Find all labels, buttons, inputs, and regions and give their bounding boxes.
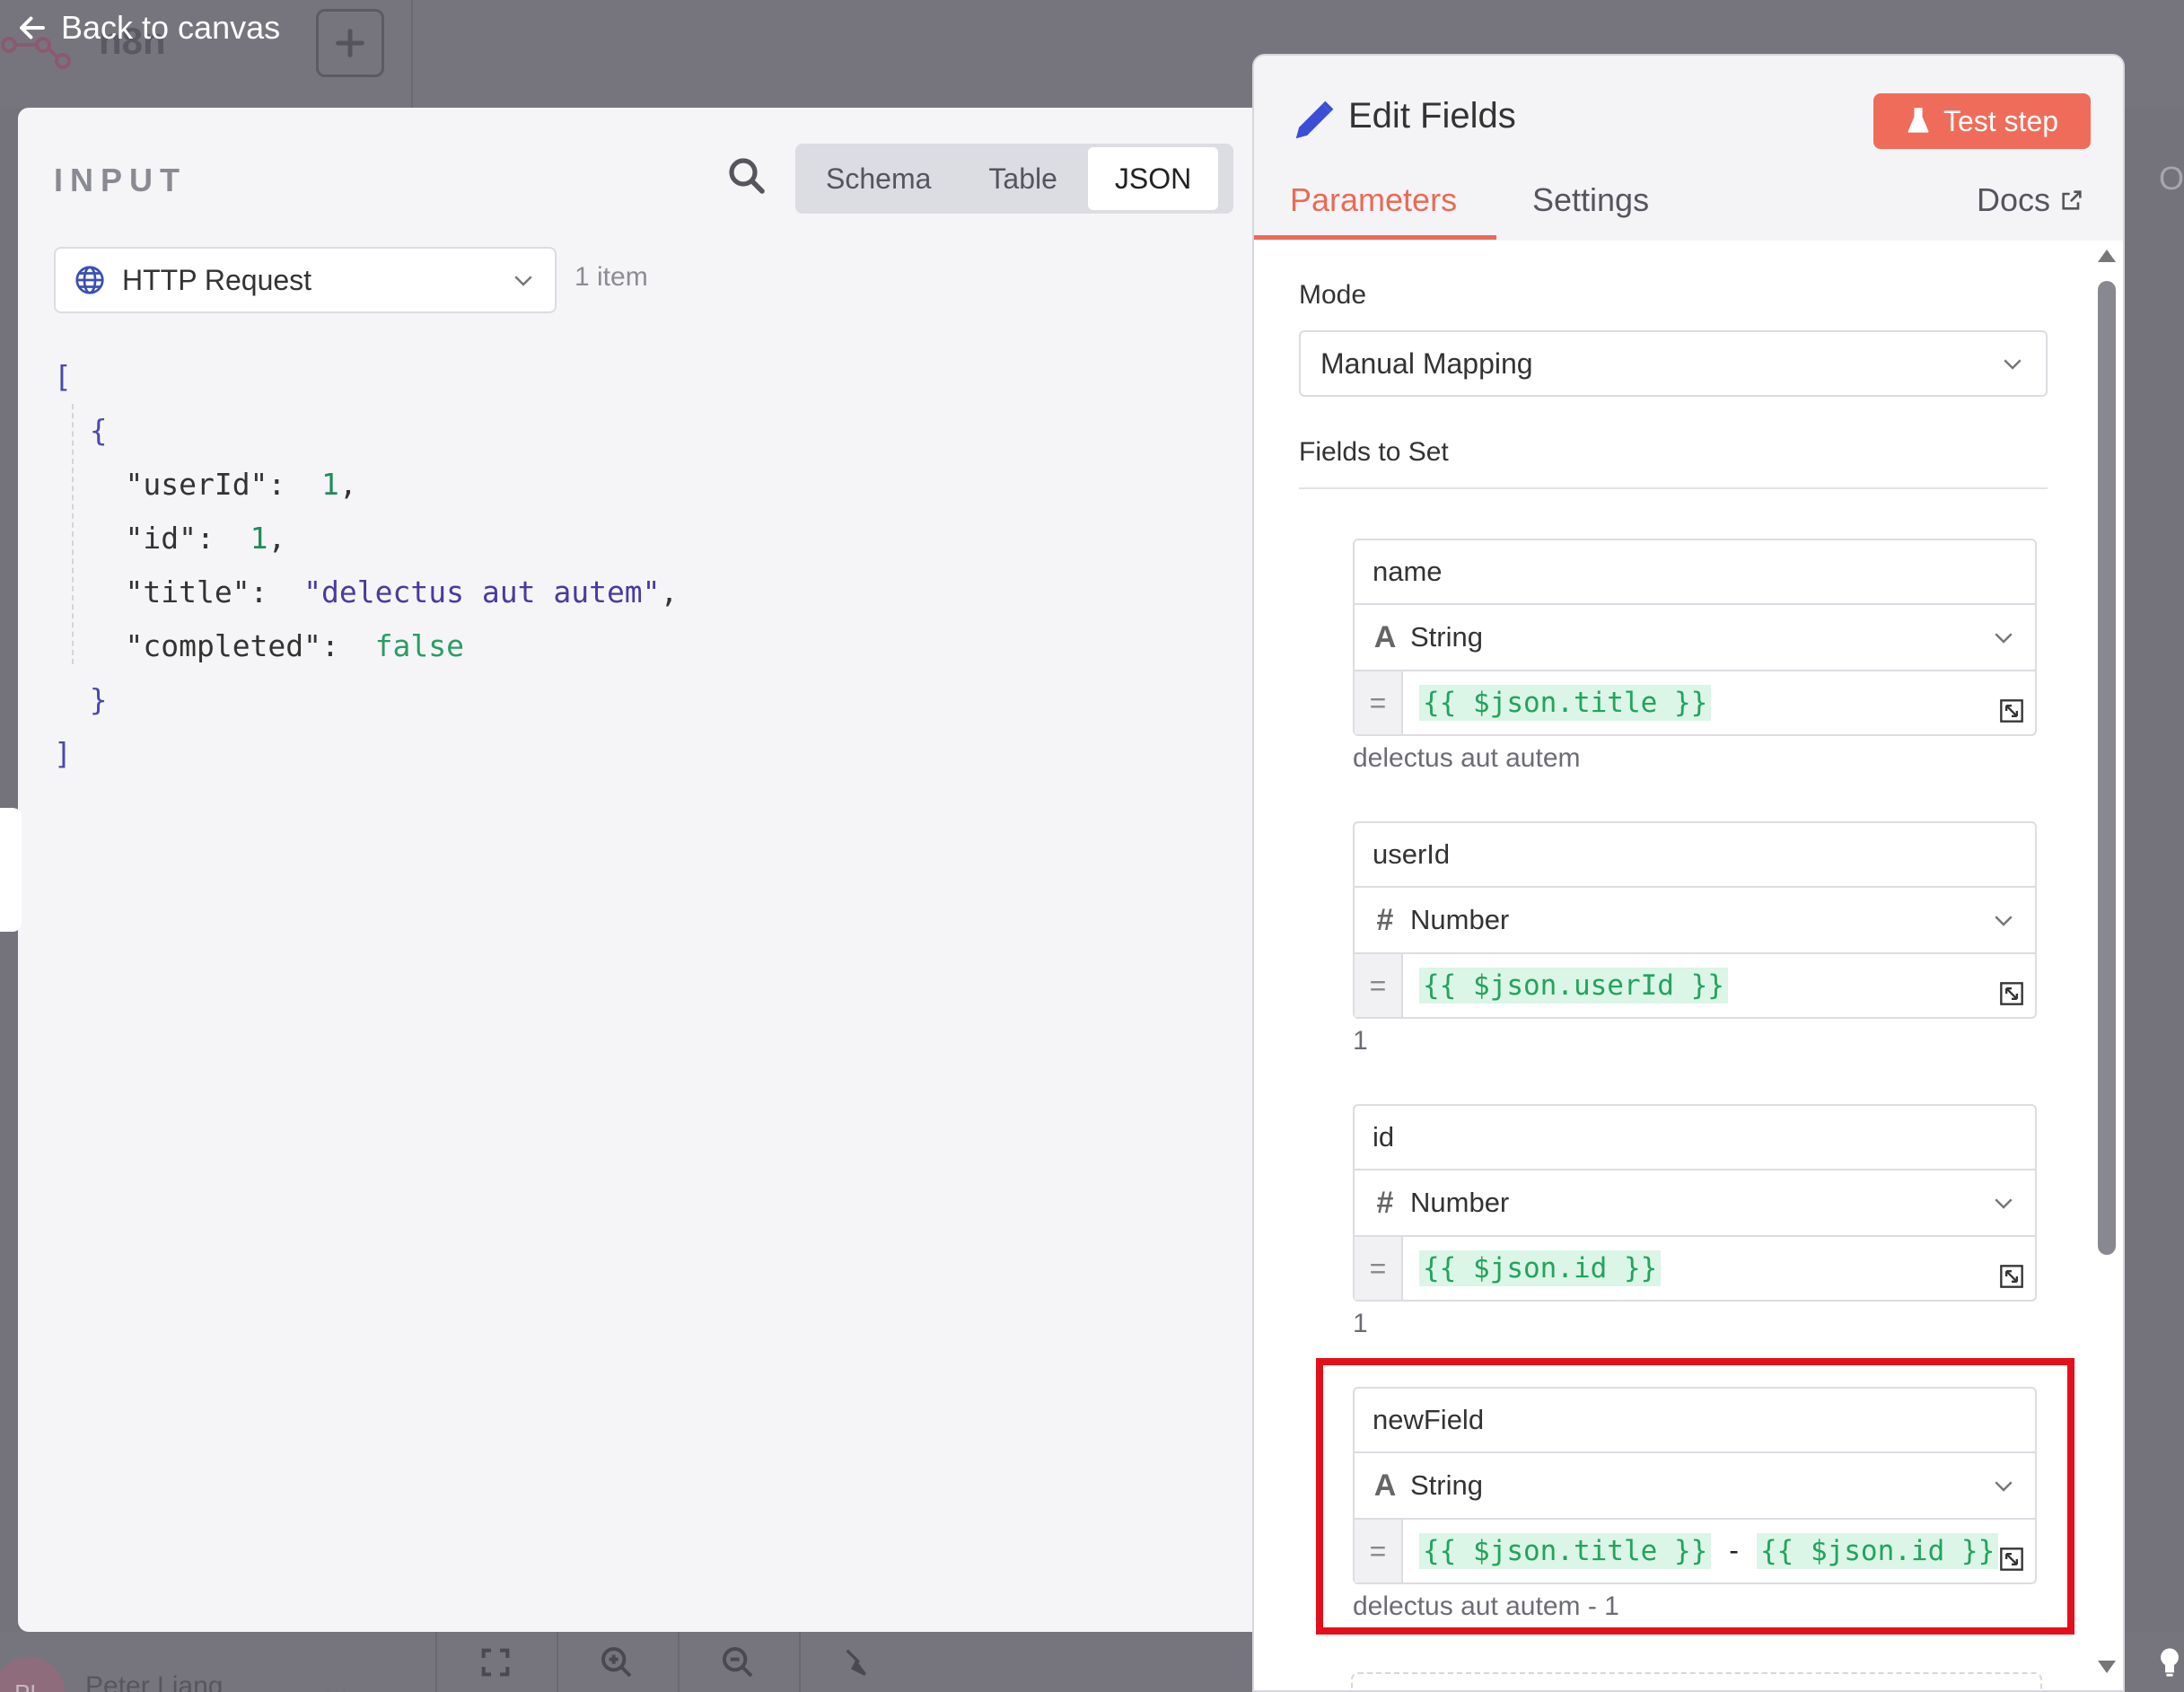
json-viewer: [ { "userId": 1, "id": 1, "title": "dele… (54, 350, 678, 781)
json-line[interactable]: "userId": 1, (54, 458, 678, 512)
output-panel-title: O (2159, 160, 2184, 197)
fields-divider (1299, 487, 2048, 489)
string-type-icon: A (1373, 619, 1397, 654)
add-field-dropzone[interactable] (1351, 1672, 2042, 1692)
user-menu-button[interactable]: ... (325, 1671, 347, 1692)
chevron-down-icon (514, 276, 532, 286)
number-type-icon: # (1376, 1185, 1394, 1220)
tab-json[interactable]: JSON (1087, 147, 1219, 210)
field-assignment: id # Number = {{ $json.id }} 1 (1353, 1104, 2037, 1339)
expression-editor[interactable]: {{ $json.id }} (1403, 1237, 2035, 1300)
scrollbar-thumb[interactable] (2098, 281, 2116, 1255)
field-type-label: Number (1410, 904, 1510, 935)
tab-settings[interactable]: Settings (1532, 181, 1649, 219)
username: Peter Liang (85, 1671, 224, 1692)
field-result-preview: 1 (1353, 1309, 1368, 1338)
tab-table[interactable]: Table (961, 147, 1084, 210)
expand-icon[interactable] (1999, 698, 2024, 723)
mode-select[interactable]: Manual Mapping (1299, 330, 2048, 397)
field-value-input[interactable]: = {{ $json.userId }} (1353, 952, 2037, 1019)
mode-label: Mode (1299, 280, 1367, 310)
json-line[interactable]: "completed": false (54, 619, 678, 673)
edit-panel-header: Edit Fields Test step Parameters Setting… (1254, 56, 2123, 241)
highlight-annotation (1316, 1358, 2074, 1635)
field-type-select[interactable]: # Number (1353, 888, 2037, 952)
plus-icon (336, 29, 364, 57)
input-node-label: HTTP Request (122, 263, 312, 296)
field-assignment: name A String = {{ $json.title }} delect… (1353, 539, 2037, 774)
zoom-out-icon (723, 1646, 753, 1677)
json-line[interactable]: "id": 1, (54, 512, 678, 565)
expression-editor[interactable]: {{ $json.userId }} (1403, 954, 2035, 1017)
test-step-label: Test step (1943, 104, 2059, 137)
tab-parameters[interactable]: Parameters (1290, 181, 1457, 219)
expression-token: {{ $json.userId }} (1419, 968, 1728, 1004)
field-type-select[interactable]: # Number (1353, 1170, 2037, 1235)
test-step-button[interactable]: Test step (1873, 93, 2091, 149)
input-node-select[interactable]: HTTP Request (54, 247, 557, 313)
field-name-input[interactable]: id (1353, 1104, 2037, 1170)
search-icon[interactable] (725, 154, 768, 197)
chevron-down-icon (2004, 359, 2022, 370)
back-to-canvas-link[interactable]: Back to canvas (16, 9, 280, 47)
json-line[interactable]: "title": "delectus aut autem", (54, 565, 678, 619)
flask-icon (1908, 108, 1929, 133)
zoom-out-button[interactable] (678, 1632, 796, 1692)
expression-editor[interactable]: {{ $json.title }} (1403, 671, 2035, 734)
item-count: 1 item (575, 262, 648, 292)
json-line: ] (54, 736, 72, 771)
tidy-up-button[interactable] (799, 1632, 917, 1692)
field-result-preview: 1 (1353, 1026, 1368, 1056)
zoom-in-icon (601, 1646, 632, 1677)
tab-schema[interactable]: Schema (799, 147, 958, 210)
field-assignment: userId # Number = {{ $json.userId }} 1 (1353, 821, 2037, 1056)
number-type-icon: # (1376, 902, 1394, 937)
chevron-down-icon (1995, 1198, 2013, 1209)
expression-token: {{ $json.title }} (1419, 685, 1712, 721)
expression-indicator: = (1355, 1237, 1403, 1300)
json-line: { (89, 413, 108, 448)
json-line: [ (54, 359, 72, 394)
expand-icon[interactable] (1999, 1264, 2024, 1289)
json-indent-guide (72, 404, 74, 664)
fit-view-icon (481, 1648, 510, 1676)
field-name-input[interactable]: userId (1353, 821, 2037, 888)
zoom-in-button[interactable] (557, 1632, 675, 1692)
external-link-icon (2062, 190, 2082, 210)
field-value-input[interactable]: = {{ $json.id }} (1353, 1235, 2037, 1302)
input-panel: INPUT Schema Table JSON HTTP Request 1 i… (18, 108, 1257, 1632)
broom-icon (846, 1648, 866, 1676)
active-tab-indicator (1254, 235, 1496, 240)
arrow-left-icon (20, 16, 45, 39)
field-type-label: Number (1410, 1187, 1510, 1218)
pencil-icon (1295, 101, 1334, 139)
docs-label: Docs (1977, 181, 2051, 218)
chevron-down-icon (1995, 633, 2013, 644)
field-value-input[interactable]: = {{ $json.title }} (1353, 670, 2037, 736)
fit-view-button[interactable] (435, 1632, 554, 1692)
field-result-preview: delectus aut autem (1353, 743, 1581, 773)
field-type-select[interactable]: A String (1353, 605, 2037, 670)
add-node-button[interactable] (316, 9, 384, 77)
edit-panel-title: Edit Fields (1348, 96, 1516, 136)
topbar-divider (411, 0, 413, 108)
expression-indicator: = (1355, 671, 1403, 734)
json-line: } (89, 682, 108, 717)
lightbulb-icon[interactable] (2154, 1644, 2184, 1680)
mode-value: Manual Mapping (1320, 346, 1533, 380)
fields-to-set-label: Fields to Set (1299, 437, 1449, 467)
expression-indicator: = (1355, 954, 1403, 1017)
field-name-input[interactable]: name (1353, 539, 2037, 605)
docs-link[interactable]: Docs (1977, 181, 2084, 219)
globe-icon (75, 266, 104, 294)
input-panel-title: INPUT (54, 162, 187, 198)
field-type-label: String (1410, 621, 1483, 653)
expression-token: {{ $json.id }} (1419, 1250, 1662, 1286)
expand-icon[interactable] (1999, 981, 2024, 1006)
chevron-down-icon (1995, 916, 2013, 926)
panel-resize-handle[interactable] (0, 808, 22, 932)
back-to-canvas-label: Back to canvas (61, 9, 281, 46)
view-mode-tabs: Schema Table JSON (795, 144, 1233, 214)
